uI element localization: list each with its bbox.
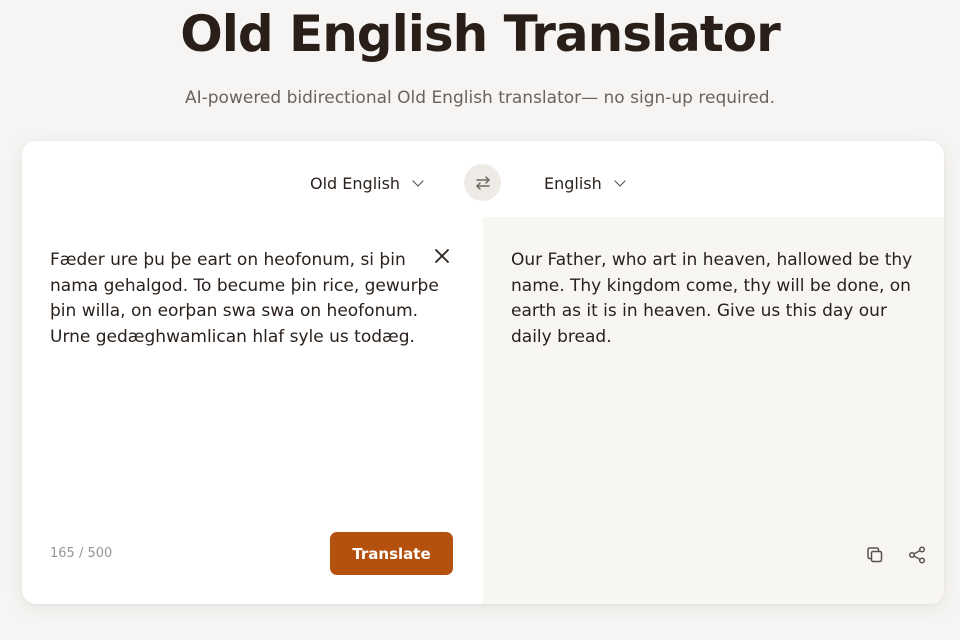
page-title: Old English Translator bbox=[180, 5, 781, 63]
target-language-select[interactable]: English bbox=[544, 141, 626, 225]
target-language-label: English bbox=[544, 173, 602, 193]
translator-card: Old English English Fæder ure þu þe eart… bbox=[22, 141, 944, 604]
translate-button[interactable]: Translate bbox=[330, 532, 453, 575]
source-language-label: Old English bbox=[310, 173, 401, 193]
copy-icon[interactable] bbox=[865, 545, 885, 565]
target-panel: Our Father, who art in heaven, hallowed … bbox=[483, 217, 944, 604]
page-subtitle: AI-powered bidirectional Old English tra… bbox=[184, 88, 775, 108]
source-text-input[interactable]: Fæder ure þu þe eart on heofonum, si þin… bbox=[50, 248, 450, 350]
source-language-select[interactable]: Old English bbox=[310, 141, 424, 225]
chevron-down-icon bbox=[412, 174, 424, 187]
language-bar: Old English English bbox=[22, 141, 944, 217]
translation-output: Our Father, who art in heaven, hallowed … bbox=[511, 250, 913, 347]
share-icon[interactable] bbox=[907, 545, 927, 565]
source-panel: Fæder ure þu þe eart on heofonum, si þin… bbox=[22, 217, 483, 604]
character-count: 165 / 500 bbox=[50, 546, 113, 561]
swap-arrows-icon bbox=[475, 175, 490, 190]
swap-languages-button[interactable] bbox=[464, 164, 501, 201]
close-icon[interactable] bbox=[434, 248, 450, 264]
chevron-down-icon bbox=[614, 174, 626, 187]
